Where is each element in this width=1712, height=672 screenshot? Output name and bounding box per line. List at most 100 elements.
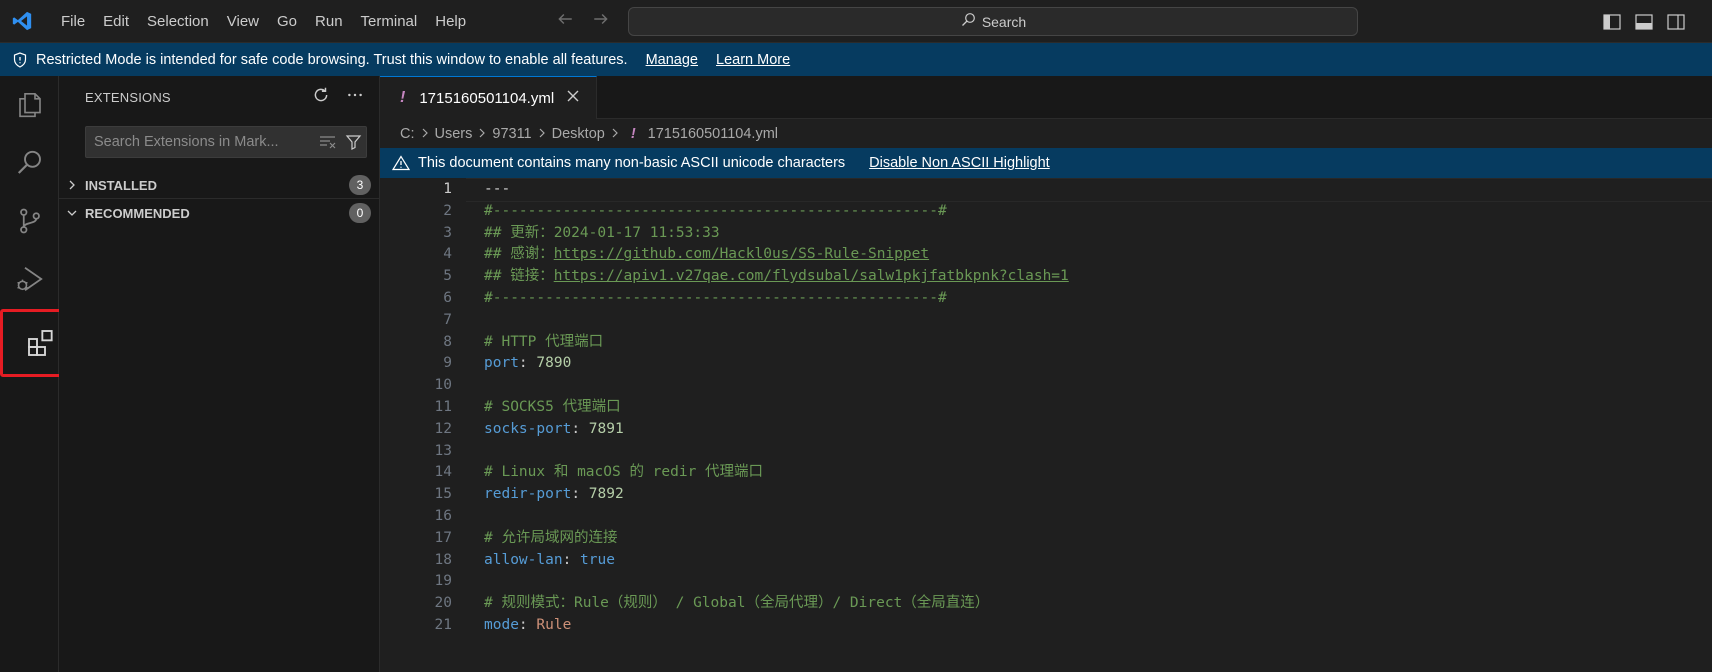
code-line[interactable]: 7 <box>380 309 1712 333</box>
line-text: ## 感谢：https://github.com/Hackl0us/SS-Rul… <box>484 246 930 263</box>
command-center-search[interactable]: Search <box>628 7 1358 36</box>
chevron-right-icon <box>611 127 619 142</box>
filter-icon[interactable] <box>340 134 366 150</box>
code-line[interactable]: 12 socks-port: 7891 <box>380 418 1712 442</box>
vscode-logo-icon <box>10 9 34 33</box>
code-line[interactable]: 1 --- <box>380 178 1712 202</box>
menu-terminal[interactable]: Terminal <box>352 0 427 43</box>
installed-label: INSTALLED <box>85 177 157 193</box>
line-text: # HTTP 代理端口 <box>484 333 604 350</box>
code-line[interactable]: 11 # SOCKS5 代理端口 <box>380 396 1712 420</box>
code-line[interactable]: 15 redir-port: 7892 <box>380 483 1712 507</box>
menu-selection[interactable]: Selection <box>138 0 218 43</box>
code-line[interactable]: 13 <box>380 440 1712 464</box>
code-line[interactable]: 18 allow-lan: true <box>380 549 1712 573</box>
breadcrumb-users[interactable]: Users <box>435 126 473 142</box>
code-line[interactable]: 21 mode: Rule <box>380 614 1712 638</box>
code-line[interactable]: 8 # HTTP 代理端口 <box>380 331 1712 355</box>
tab-yml-file[interactable]: ! 1715160501104.yml <box>380 76 597 119</box>
customize-layout-icon[interactable] <box>1692 6 1712 38</box>
line-number: 21 <box>434 617 452 633</box>
forward-arrow-icon[interactable] <box>592 10 610 33</box>
breadcrumb: C: Users 97311 Desktop ! 1715160501104.y… <box>400 121 778 147</box>
extensions-search-input[interactable]: Search Extensions in Mark... <box>85 126 367 158</box>
back-arrow-icon[interactable] <box>556 10 574 33</box>
breadcrumb-drive[interactable]: C: <box>400 126 415 142</box>
editor-area: ! 1715160501104.yml C: Users 97311 Deskt… <box>380 76 1712 672</box>
breadcrumb-user-folder[interactable]: 97311 <box>492 126 531 142</box>
search-placeholder: Search Extensions in Mark... <box>94 134 279 150</box>
clear-filter-icon[interactable] <box>314 135 340 149</box>
installed-section[interactable]: INSTALLED 3 <box>59 172 379 198</box>
menu-bar: File Edit Selection View Go Run Terminal… <box>52 0 475 43</box>
file-warning-icon: ! <box>400 89 406 106</box>
source-control-icon[interactable] <box>0 192 59 250</box>
line-text: # SOCKS5 代理端口 <box>484 399 621 415</box>
code-editor[interactable]: 1 --- 2 #----------------------------------… <box>380 178 1712 672</box>
line-text: --- <box>484 181 511 197</box>
line-number: 20 <box>434 595 452 612</box>
toggle-secondary-sidebar-icon[interactable] <box>1660 6 1692 38</box>
chevron-right-icon <box>538 127 546 142</box>
learn-more-link[interactable]: Learn More <box>716 52 790 68</box>
code-line[interactable]: 3 ## 更新：2024-01-17 11:53:33 <box>380 222 1712 246</box>
code-line[interactable]: 4 ## 感谢：https://github.com/Hackl0us/SS-Ru… <box>380 243 1712 267</box>
line-number: 2 <box>443 202 452 219</box>
menu-help[interactable]: Help <box>426 0 475 43</box>
line-number: 1 <box>443 181 452 197</box>
file-warning-icon: ! <box>630 126 636 142</box>
sidebar-title: EXTENSIONS <box>85 90 171 105</box>
banner-message: Restricted Mode is intended for safe cod… <box>36 51 628 68</box>
line-number: 13 <box>434 442 452 459</box>
line-number: 6 <box>443 290 452 306</box>
code-line[interactable]: 19 <box>380 570 1712 594</box>
code-line[interactable]: 9 port: 7890 <box>380 352 1712 376</box>
code-line[interactable]: 6 #--------------------------------------… <box>380 287 1712 311</box>
menu-go[interactable]: Go <box>268 0 306 43</box>
line-number: 16 <box>434 508 452 524</box>
shield-icon <box>12 51 28 68</box>
search-view-icon[interactable] <box>0 134 59 192</box>
code-line[interactable]: 10 <box>380 374 1712 398</box>
line-text: #---------------------------------------… <box>484 202 947 219</box>
line-text: # 规则模式：Rule（规则） / Global（全局代理）/ Direct（全… <box>484 595 990 612</box>
manage-link[interactable]: Manage <box>646 52 698 68</box>
line-number: 18 <box>434 551 452 568</box>
explorer-icon[interactable] <box>0 76 59 134</box>
menu-view[interactable]: View <box>218 0 268 43</box>
disable-highlight-link[interactable]: Disable Non ASCII Highlight <box>869 155 1050 171</box>
recommended-label: RECOMMENDED <box>85 205 190 221</box>
code-line[interactable]: 5 ## 链接：https://apiv1.v27qae.com/flydsuba… <box>380 265 1712 289</box>
code-line[interactable]: 17 # 允许局域网的连接 <box>380 527 1712 551</box>
breadcrumb-desktop[interactable]: Desktop <box>552 126 605 142</box>
toggle-primary-sidebar-icon[interactable] <box>1596 6 1628 38</box>
more-actions-icon[interactable] <box>345 85 365 105</box>
line-number: 3 <box>443 224 452 241</box>
refresh-icon[interactable] <box>311 85 331 105</box>
extensions-sidebar: EXTENSIONS Search Extensions in Mark... … <box>59 76 380 672</box>
run-and-debug-icon[interactable] <box>0 250 59 308</box>
close-icon[interactable] <box>566 88 580 108</box>
recommended-count-badge: 0 <box>349 203 371 223</box>
menu-edit[interactable]: Edit <box>94 0 138 43</box>
line-number: 17 <box>434 529 452 546</box>
code-line[interactable]: 14 # Linux 和 macOS 的 redir 代理端口 <box>380 461 1712 485</box>
breadcrumb-file[interactable]: 1715160501104.yml <box>648 126 778 142</box>
toggle-panel-icon[interactable] <box>1628 6 1660 38</box>
line-text: # 允许局域网的连接 <box>484 529 618 546</box>
line-number: 11 <box>434 399 452 415</box>
line-text: #---------------------------------------… <box>484 290 947 306</box>
line-text: # Linux 和 macOS 的 redir 代理端口 <box>484 464 764 481</box>
line-number: 12 <box>434 420 452 437</box>
line-number: 5 <box>443 268 452 285</box>
code-line[interactable]: 16 <box>380 505 1712 529</box>
layout-controls <box>1596 0 1712 43</box>
menu-file[interactable]: File <box>52 0 94 43</box>
line-number: 15 <box>434 486 452 503</box>
code-line[interactable]: 20 # 规则模式：Rule（规则） / Global（全局代理）/ Direct… <box>380 592 1712 616</box>
search-label: Search <box>981 13 1027 30</box>
title-bar: File Edit Selection View Go Run Terminal… <box>0 0 1712 43</box>
recommended-section[interactable]: RECOMMENDED 0 <box>59 200 379 226</box>
menu-run[interactable]: Run <box>306 0 352 43</box>
code-line[interactable]: 2 #--------------------------------------… <box>380 200 1712 224</box>
